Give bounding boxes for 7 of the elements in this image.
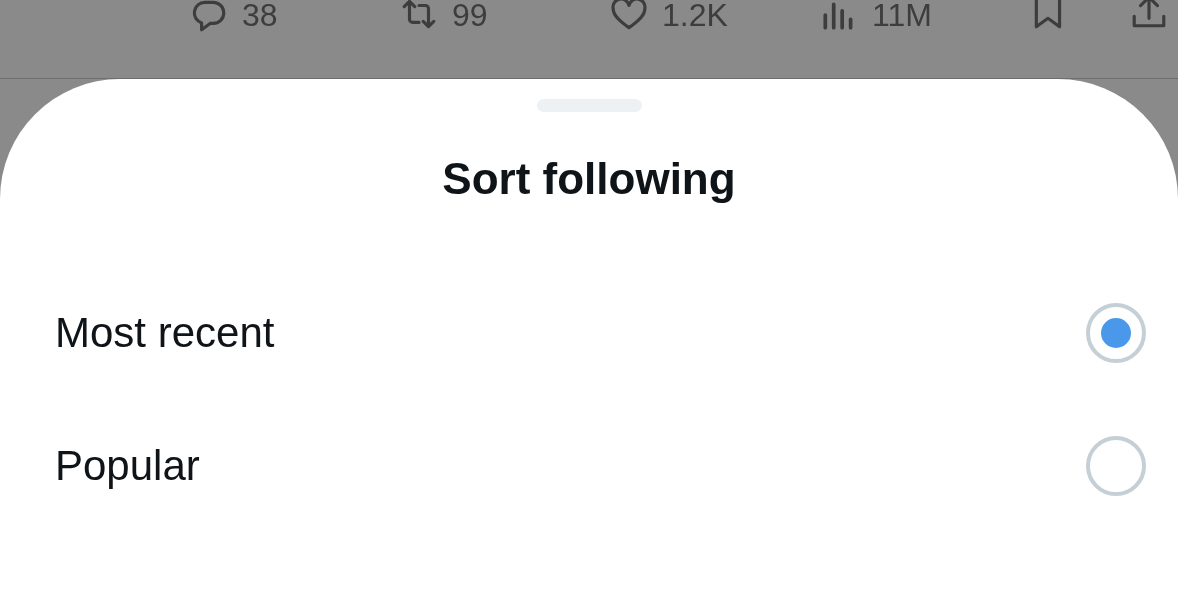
like-count: 1.2K (662, 0, 728, 35)
option-label[interactable]: Popular (55, 441, 200, 490)
reply-count: 38 (242, 0, 278, 35)
sheet-title: Sort following (442, 153, 736, 205)
views-count: 11M (872, 0, 932, 35)
repost-count: 99 (452, 0, 488, 35)
option-label[interactable]: Most recent (55, 308, 275, 357)
